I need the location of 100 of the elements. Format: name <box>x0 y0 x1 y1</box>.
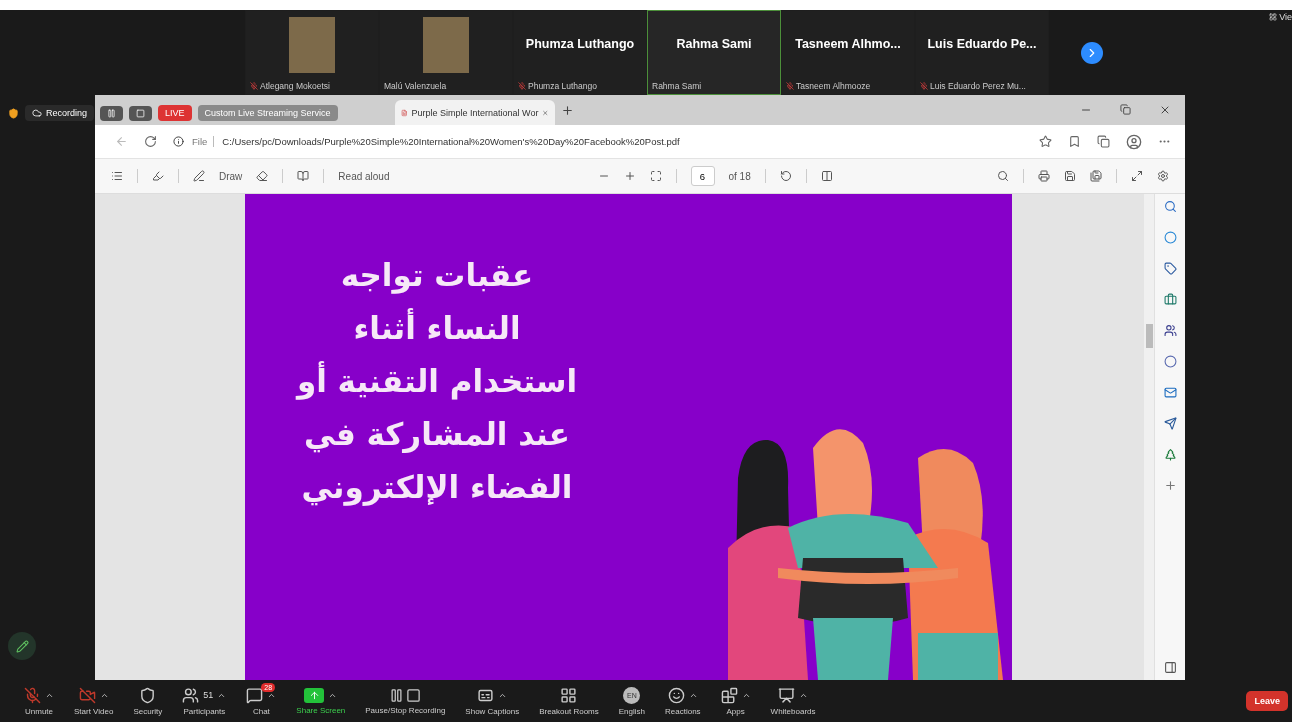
slide-title-line: الفضاء الإلكتروني <box>301 468 573 508</box>
shield-icon <box>8 107 19 119</box>
toolbar-button[interactable]: Unmute <box>14 686 64 716</box>
pdf-icon <box>401 107 408 118</box>
toolbar-button[interactable]: Breakout Rooms <box>529 686 609 716</box>
toolbar-label: Participants <box>183 706 226 716</box>
favorites-icon[interactable] <box>1068 135 1081 148</box>
tag-icon[interactable] <box>1163 262 1177 275</box>
toolbar-button[interactable]: Share Screen <box>286 687 356 715</box>
live-indicator: LIVE <box>158 105 192 121</box>
fullscreen-icon[interactable] <box>1131 170 1143 182</box>
view-icon <box>1269 13 1278 21</box>
participants-icon <box>182 686 200 704</box>
whiteboard-icon <box>778 686 796 704</box>
participant-name: Luis Eduardo Pe... <box>927 37 1037 51</box>
restore-icon[interactable] <box>1120 104 1131 115</box>
pause-icon <box>107 108 117 118</box>
toolbar-label: Pause/Stop Recording <box>365 705 446 715</box>
toolbar-label: Whiteboards <box>770 706 816 716</box>
toolbar-label: Unmute <box>25 706 53 716</box>
toolbar-label: Security <box>133 706 163 716</box>
browser-tab[interactable]: Purple Simple International Wor <box>395 100 555 125</box>
people-icon[interactable] <box>1163 324 1177 337</box>
toolbar-label: Apps <box>726 706 745 716</box>
circle-icon[interactable] <box>1163 355 1177 368</box>
profile-avatar-icon[interactable] <box>1126 133 1142 150</box>
toolbar-button[interactable]: Pause/Stop Recording <box>355 687 456 715</box>
zoom-in-icon[interactable] <box>623 170 636 182</box>
apps-icon <box>720 686 738 704</box>
info-icon <box>173 136 184 147</box>
toolbar-button[interactable]: Whiteboards <box>760 686 826 716</box>
settings-icon[interactable] <box>1157 170 1169 182</box>
url-prefix: File <box>192 136 215 147</box>
draw-button[interactable]: Draw <box>219 170 243 182</box>
participant-label: Phumza Luthango <box>528 81 597 91</box>
video-off-icon <box>78 686 96 704</box>
smile-icon <box>667 686 685 704</box>
share-screen-icon <box>304 687 325 703</box>
slide-title-line: عقبات تواجه <box>340 256 534 296</box>
pause-stop-icon <box>389 687 422 703</box>
toolbar-label: English <box>618 706 645 716</box>
toolbar-button[interactable]: 51 Participants <box>172 686 237 716</box>
participant-label: Rahma Sami <box>652 81 702 91</box>
add-favorite-icon[interactable] <box>1039 135 1052 148</box>
tree-icon[interactable] <box>1163 448 1177 461</box>
slide-title-line: عند المشاركة في <box>304 415 570 455</box>
slide-title-line: النساء أثناء <box>353 307 521 348</box>
toolbar-label: Chat <box>252 706 270 716</box>
photo-placeholder <box>289 17 335 73</box>
page-number-field[interactable]: 6 <box>690 166 715 186</box>
view-button[interactable]: Vie <box>1279 12 1292 22</box>
send-icon[interactable] <box>1163 417 1177 430</box>
participant-name: Tasneem Alhmo... <box>795 37 901 51</box>
leave-button[interactable]: Leave <box>1246 691 1288 711</box>
muted-mic-icon <box>24 686 41 704</box>
read-aloud-button[interactable]: Read aloud <box>338 170 390 182</box>
close-icon[interactable] <box>1159 104 1171 116</box>
view-icon[interactable] <box>297 170 310 182</box>
toolbar-button[interactable]: Security <box>123 686 173 716</box>
toolbar-label: Show Captions <box>465 706 520 716</box>
next-page-button[interactable] <box>1081 41 1103 64</box>
mail-icon[interactable] <box>1163 386 1177 399</box>
contents-icon[interactable] <box>111 170 123 182</box>
search-icon[interactable] <box>1163 200 1177 213</box>
toolbar-label: Start Video <box>74 706 114 716</box>
toolbar-label: Breakout Rooms <box>539 706 599 716</box>
participant-name: Phumza Luthango <box>525 37 635 51</box>
eraser-icon[interactable] <box>256 170 269 182</box>
toolbar-button[interactable]: Apps <box>710 686 761 716</box>
circle-icon[interactable] <box>1163 231 1177 244</box>
pencil-button[interactable] <box>8 632 36 660</box>
save-as-icon[interactable] <box>1090 170 1102 182</box>
toolbar-button[interactable]: Show Captions <box>455 686 530 716</box>
participant-label: Atlegang Mokoetsi <box>260 81 330 91</box>
briefcase-icon[interactable] <box>1163 293 1177 306</box>
slide-title-line: استخدام التقنية أو <box>296 360 578 402</box>
add-icon[interactable] <box>1163 479 1177 492</box>
print-icon[interactable] <box>1038 170 1050 182</box>
grid-icon <box>560 686 578 704</box>
panel-icon[interactable] <box>1163 661 1177 674</box>
rotate-icon[interactable] <box>779 170 792 182</box>
tab-title: Purple Simple International Wor <box>411 107 539 118</box>
reload-icon[interactable] <box>144 135 157 148</box>
participant-count: 51 <box>203 690 214 700</box>
fit-page-icon[interactable] <box>649 170 662 182</box>
pencil-icon <box>15 639 29 653</box>
highlighter-icon[interactable] <box>152 170 164 182</box>
toolbar-label: Reactions <box>665 706 701 716</box>
stop-icon <box>136 108 146 118</box>
chat-icon <box>246 686 264 704</box>
page-view-icon[interactable] <box>820 170 833 182</box>
save-icon[interactable] <box>1064 170 1076 182</box>
toolbar-button[interactable]: Start Video <box>64 686 124 716</box>
search-icon[interactable] <box>997 170 1009 182</box>
participant-label: Tasneem Alhmooze <box>796 81 871 91</box>
scrollbar-thumb[interactable] <box>1145 324 1153 348</box>
collections-icon[interactable] <box>1097 135 1110 148</box>
toolbar-button[interactable]: Reactions <box>655 686 711 716</box>
address-field[interactable]: C:/Users/pc/Downloads/Purple%20Simple%20International%20Women's%20Day%20Facebook%20Post.pdf <box>222 136 680 147</box>
new-tab-icon[interactable] <box>561 103 574 117</box>
